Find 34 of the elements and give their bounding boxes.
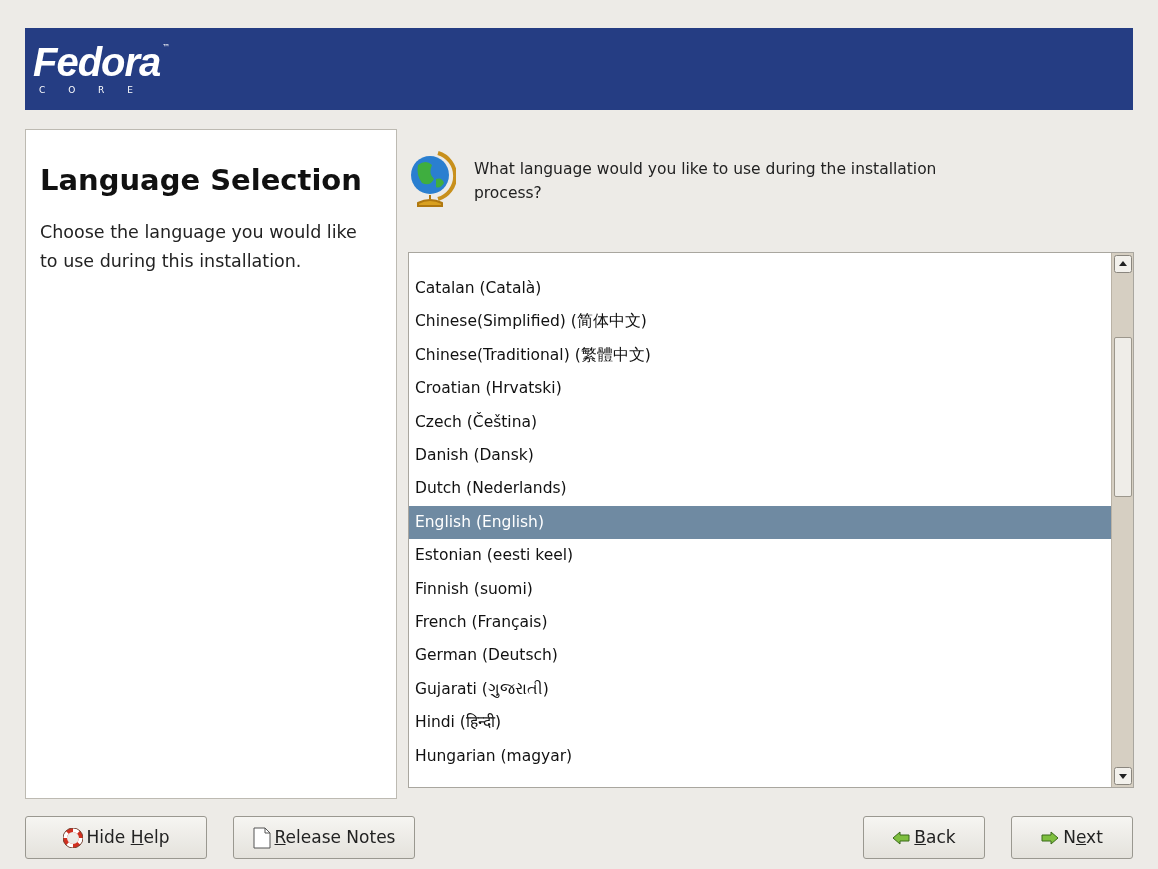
document-icon	[252, 826, 271, 849]
help-title: Language Selection	[40, 162, 363, 198]
language-item[interactable]: German (Deutsch)	[409, 639, 1111, 673]
language-item[interactable]: Chinese(Simplified) (简体中文)	[409, 305, 1111, 339]
help-text: Choose the language you would like to use during this installation.	[40, 221, 358, 273]
left-arrow-icon	[892, 830, 911, 845]
scroll-up-icon[interactable]	[1113, 255, 1132, 273]
globe-icon	[408, 149, 456, 207]
life-buoy-icon	[62, 827, 83, 848]
language-item[interactable]: Hindi (हिन्दी)	[409, 706, 1111, 740]
trademark: ™	[162, 42, 171, 54]
scroll-thumb[interactable]	[1113, 337, 1132, 497]
language-item[interactable]: Czech (Čeština)	[409, 405, 1111, 439]
language-item[interactable]: English (English)	[409, 505, 1111, 540]
notes-button[interactable]: Release Notes	[233, 816, 415, 859]
question-text: What language would you like to use during the installation process?	[474, 159, 938, 204]
language-item[interactable]: Finnish (suomi)	[409, 572, 1111, 606]
language-item[interactable]: Hungarian (magyar)	[409, 739, 1111, 773]
right-arrow-icon	[1041, 830, 1060, 845]
language-item[interactable]: Catalan (Català)	[409, 272, 1111, 306]
language-item[interactable]: Dutch (Nederlands)	[409, 472, 1111, 506]
language-item[interactable]: French (Français)	[409, 605, 1111, 640]
logo-subtitle: C O R E	[38, 84, 144, 96]
next-button[interactable]: Next	[1011, 816, 1133, 859]
help-button[interactable]: Hide Help	[25, 816, 207, 859]
language-item[interactable]: Chinese(Traditional) (繁體中文)	[409, 338, 1111, 373]
scrollbar[interactable]	[1111, 253, 1133, 787]
language-item[interactable]: Estonian (eesti keel)	[409, 539, 1111, 573]
logo-text: Fedora	[33, 40, 161, 84]
language-item[interactable]: Gujarati (ગુજરાતી)	[409, 672, 1111, 707]
back-button[interactable]: Back	[863, 816, 985, 859]
language-item[interactable]: Danish (Dansk)	[409, 438, 1111, 473]
language-item[interactable]: Croatian (Hrvatski)	[409, 372, 1111, 406]
scroll-down-icon[interactable]	[1113, 767, 1132, 785]
